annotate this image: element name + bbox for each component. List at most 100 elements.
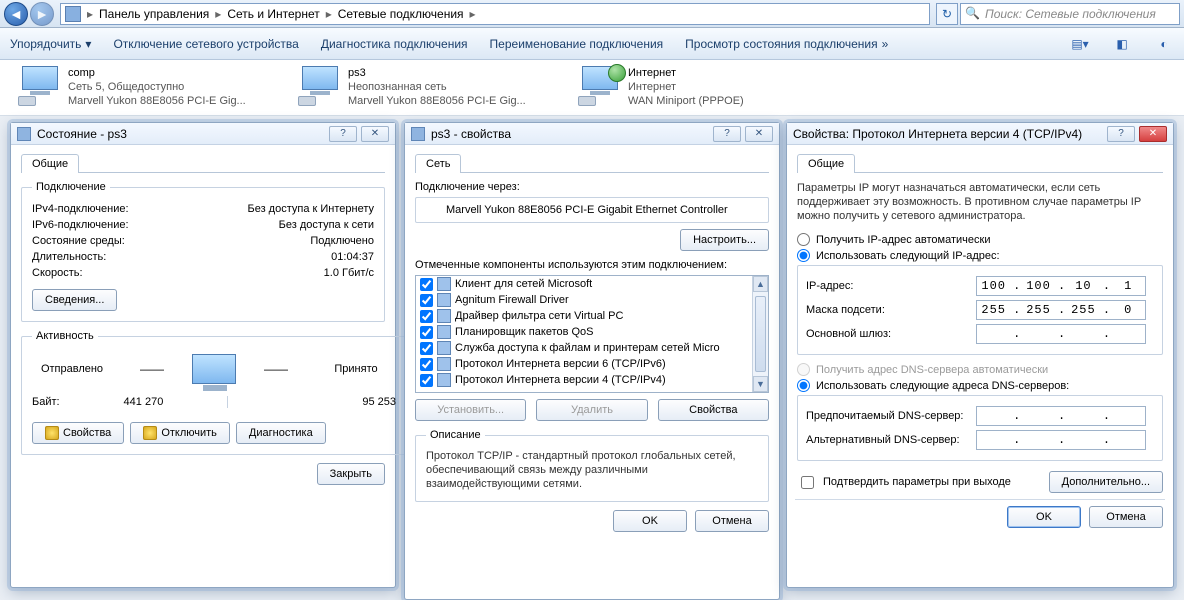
bytes-sent: 441 270 <box>60 396 228 408</box>
connection-status: Интернет <box>628 80 744 94</box>
connection-device: Marvell Yukon 88E8056 PCI-E Gig... <box>68 94 246 108</box>
nav-back-button[interactable]: ◄ <box>4 2 28 26</box>
uninstall-button[interactable]: Удалить <box>536 399 647 421</box>
speed-value: 1.0 Гбит/с <box>324 267 374 279</box>
details-button[interactable]: Сведения... <box>32 289 117 311</box>
component-item[interactable]: Протокол Интернета версии 4 (TCP/IPv4) <box>416 372 752 388</box>
configure-button[interactable]: Настроить... <box>680 229 769 251</box>
radio-auto-ip[interactable] <box>797 233 810 246</box>
component-checkbox[interactable] <box>420 358 433 371</box>
breadcrumb[interactable]: ▸ Панель управления ▸ Сеть и Интернет ▸ … <box>60 3 930 25</box>
bytes-received: 95 253 <box>228 396 396 408</box>
nav-forward-button[interactable]: ► <box>30 2 54 26</box>
mask-label: Маска подсети: <box>806 304 976 316</box>
component-item[interactable]: Протокол Интернета версии 6 (TCP/IPv6) <box>416 356 752 372</box>
confirm-checkbox[interactable] <box>801 476 814 489</box>
advanced-button[interactable]: Дополнительно... <box>1049 471 1163 493</box>
mask-input[interactable]: 255.255.255.0 <box>976 300 1146 320</box>
component-item[interactable]: Agnitum Firewall Driver <box>416 292 752 308</box>
tab-network[interactable]: Сеть <box>415 154 461 173</box>
radio-manual-dns[interactable] <box>797 379 810 392</box>
install-button[interactable]: Установить... <box>415 399 526 421</box>
gateway-input[interactable]: ... <box>976 324 1146 344</box>
connection-item[interactable]: compСеть 5, ОбщедоступноMarvell Yukon 88… <box>18 66 268 108</box>
bytes-label: Байт: <box>32 396 60 408</box>
ipv4-titlebar[interactable]: Свойства: Протокол Интернета версии 4 (T… <box>787 123 1173 145</box>
component-checkbox[interactable] <box>420 310 433 323</box>
scroll-thumb[interactable] <box>755 296 766 372</box>
component-checkbox[interactable] <box>420 294 433 307</box>
component-label: Протокол Интернета версии 4 (TCP/IPv4) <box>455 374 666 386</box>
component-properties-button[interactable]: Свойства <box>658 399 769 421</box>
crumb-network-internet[interactable]: Сеть и Интернет <box>227 7 319 21</box>
help-button[interactable]: ? <box>329 126 357 142</box>
properties-titlebar[interactable]: ps3 - свойства ? ✕ <box>405 123 779 145</box>
preview-pane-icon[interactable]: ◧ <box>1112 34 1132 54</box>
component-icon <box>437 325 451 339</box>
properties-window: ps3 - свойства ? ✕ Сеть Подключение чере… <box>404 122 780 600</box>
components-listbox[interactable]: Клиент для сетей Microsoft Agnitum Firewa… <box>415 275 769 393</box>
connection-item[interactable]: ИнтернетИнтернетWAN Miniport (PPPOE) <box>578 66 828 108</box>
crumb-network-connections[interactable]: Сетевые подключения <box>338 7 464 21</box>
adapter-icon <box>422 202 438 218</box>
rename-button[interactable]: Переименование подключения <box>490 37 664 51</box>
help-button[interactable]: ? <box>713 126 741 142</box>
ok-button[interactable]: OK <box>1007 506 1081 528</box>
connection-item[interactable]: ps3Неопознанная сетьMarvell Yukon 88E805… <box>298 66 548 108</box>
component-checkbox[interactable] <box>420 278 433 291</box>
component-item[interactable]: Клиент для сетей Microsoft <box>416 276 752 292</box>
properties-button[interactable]: Свойства <box>32 422 124 444</box>
description-legend: Описание <box>426 429 485 441</box>
scroll-down-button[interactable]: ▼ <box>753 376 768 392</box>
radio-manual-dns-label: Использовать следующие адреса DNS-сервер… <box>816 380 1069 392</box>
scrollbar[interactable]: ▲ ▼ <box>752 276 768 392</box>
address-bar: ◄ ► ▸ Панель управления ▸ Сеть и Интерне… <box>0 0 1184 28</box>
ok-button[interactable]: OK <box>613 510 687 532</box>
refresh-button[interactable]: ↻ <box>936 3 958 25</box>
cancel-button[interactable]: Отмена <box>1089 506 1163 528</box>
ipv4-value: Без доступа к Интернету <box>247 203 374 215</box>
view-status-button[interactable]: Просмотр состояния подключения » <box>685 37 888 51</box>
help-button[interactable]: ? <box>1107 126 1135 142</box>
dns2-input[interactable]: ... <box>976 430 1146 450</box>
help-icon[interactable]: ◐ <box>1154 34 1174 54</box>
ipv4-title: Свойства: Протокол Интернета версии 4 (T… <box>793 127 1082 141</box>
crumb-control-panel[interactable]: Панель управления <box>99 7 209 21</box>
media-label: Состояние среды: <box>32 235 125 247</box>
close-button[interactable]: ✕ <box>361 126 389 142</box>
close-button[interactable]: Закрыть <box>317 463 385 485</box>
component-label: Драйвер фильтра сети Virtual PC <box>455 310 623 322</box>
close-button[interactable]: ✕ <box>1139 126 1167 142</box>
radio-manual-ip[interactable] <box>797 249 810 262</box>
organize-menu[interactable]: Упорядочить ▾ <box>10 37 91 51</box>
component-label: Agnitum Firewall Driver <box>455 294 569 306</box>
connection-icon <box>578 66 622 106</box>
component-checkbox[interactable] <box>420 374 433 387</box>
ipv4-window: Свойства: Протокол Интернета версии 4 (T… <box>786 122 1174 588</box>
close-button[interactable]: ✕ <box>745 126 773 142</box>
component-label: Протокол Интернета версии 6 (TCP/IPv6) <box>455 358 666 370</box>
component-item[interactable]: Планировщик пакетов QoS <box>416 324 752 340</box>
component-item[interactable]: Служба доступа к файлам и принтерам сете… <box>416 340 752 356</box>
dns1-input[interactable]: ... <box>976 406 1146 426</box>
status-titlebar[interactable]: Состояние - ps3 ? ✕ <box>11 123 395 145</box>
diagnose-button[interactable]: Диагностика <box>236 422 326 444</box>
cancel-button[interactable]: Отмена <box>695 510 769 532</box>
tab-general[interactable]: Общие <box>797 154 855 173</box>
component-checkbox[interactable] <box>420 342 433 355</box>
component-item[interactable]: Драйвер фильтра сети Virtual PC <box>416 308 752 324</box>
status-window: Состояние - ps3 ? ✕ Общие Подключение IP… <box>10 122 396 588</box>
disable-device-button[interactable]: Отключение сетевого устройства <box>113 37 298 51</box>
disable-button[interactable]: Отключить <box>130 422 230 444</box>
globe-icon <box>608 64 626 82</box>
component-checkbox[interactable] <box>420 326 433 339</box>
view-menu-icon[interactable]: ▤▾ <box>1070 34 1090 54</box>
dns1-label: Предпочитаемый DNS-сервер: <box>806 410 976 422</box>
shield-icon <box>143 426 157 440</box>
component-icon <box>437 293 451 307</box>
tab-general[interactable]: Общие <box>21 154 79 173</box>
search-input[interactable]: 🔍 Поиск: Сетевые подключения <box>960 3 1180 25</box>
scroll-up-button[interactable]: ▲ <box>753 276 768 292</box>
diagnose-button[interactable]: Диагностика подключения <box>321 37 468 51</box>
ip-input[interactable]: 100.100.10.1 <box>976 276 1146 296</box>
